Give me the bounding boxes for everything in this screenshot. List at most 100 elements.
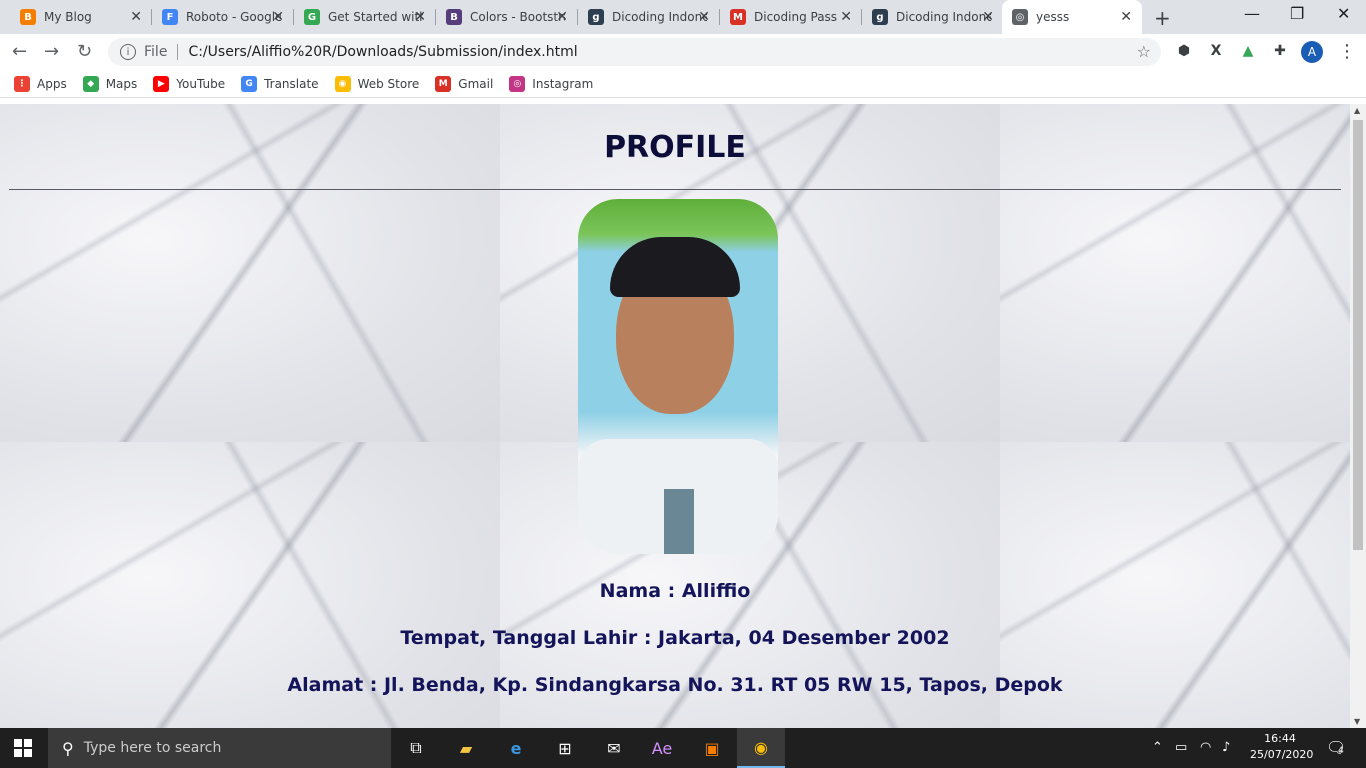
extension-cube-icon[interactable]: ⬢	[1175, 42, 1193, 60]
apps-grid-icon: ⋮	[14, 75, 30, 92]
bookmarks-bar: ⋮ Apps ◆ Maps ▶ YouTube G Translate ◉ We…	[0, 70, 1366, 98]
google-fonts-icon: F	[162, 9, 178, 25]
scrollbar-thumb[interactable]	[1353, 120, 1363, 550]
close-icon[interactable]: ✕	[272, 9, 284, 25]
tab-get-started[interactable]: G Get Started with Bootstrap ✕	[294, 0, 436, 34]
puzzle-extensions-icon[interactable]: ✚	[1271, 42, 1289, 60]
scroll-down-arrow-icon[interactable]: ▼	[1354, 717, 1360, 726]
page-content: PROFILE Nama : Alliffio Tempat, Tanggal …	[0, 104, 1350, 728]
globe-icon: ◎	[1012, 9, 1028, 25]
bookmark-gmail[interactable]: M Gmail	[435, 75, 494, 92]
chrome-icon[interactable]: ◉	[737, 728, 785, 768]
edge-icon[interactable]: e	[492, 728, 540, 768]
show-hidden-icons-chevron-icon[interactable]: ⌃	[1152, 740, 1163, 755]
close-icon[interactable]: ✕	[840, 9, 852, 25]
after-effects-icon[interactable]: Ae	[638, 728, 686, 768]
bootstrap-icon: B	[446, 9, 462, 25]
search-icon: ⚲	[62, 738, 74, 758]
bookmark-youtube[interactable]: ▶ YouTube	[153, 75, 226, 92]
windows-start-icon[interactable]	[14, 739, 32, 757]
reload-icon[interactable]: ↻	[77, 41, 92, 62]
tab-title: Get Started with Bootstrap	[328, 10, 423, 24]
clock-date: 25/07/2020	[1250, 748, 1314, 761]
getstarted-icon: G	[304, 9, 320, 25]
tab-roboto[interactable]: F Roboto - Google Fonts ✕	[152, 0, 294, 34]
gmail-icon: M	[730, 9, 746, 25]
page-title: PROFILE	[604, 130, 746, 165]
tab-dicoding-1[interactable]: g Dicoding Indonesia ✕	[578, 0, 720, 34]
close-icon[interactable]: ✕	[1120, 9, 1132, 25]
bookmark-label: Maps	[105, 76, 138, 91]
taskbar-search[interactable]: ⚲ Type here to search	[48, 728, 391, 768]
restore-button[interactable]: ❐	[1290, 4, 1304, 23]
tab-title: Dicoding Indonesia	[896, 10, 991, 24]
close-icon[interactable]: ✕	[698, 9, 710, 25]
close-icon[interactable]: ✕	[982, 9, 994, 25]
back-arrow-icon[interactable]: ←	[12, 41, 27, 62]
close-icon[interactable]: ✕	[556, 9, 568, 25]
close-window-button[interactable]: ✕	[1337, 4, 1350, 23]
bookmark-label: Apps	[37, 76, 67, 91]
youtube-icon: ▶	[153, 75, 170, 92]
volume-icon[interactable]: ♪	[1222, 740, 1230, 755]
battery-icon[interactable]: ▭	[1175, 740, 1187, 755]
bookmark-label: Web Store	[357, 76, 420, 91]
profile-avatar[interactable]: A	[1301, 41, 1323, 63]
search-placeholder: Type here to search	[83, 740, 222, 756]
file-explorer-icon[interactable]: ▰	[442, 728, 490, 768]
close-icon[interactable]: ✕	[130, 9, 142, 25]
tab-title: Dicoding Indonesia	[612, 10, 707, 24]
tab-colors-bootstrap[interactable]: B Colors - Bootstrap ✕	[436, 0, 578, 34]
scheme-label: File	[144, 44, 168, 60]
task-view-icon[interactable]: ⧉	[392, 728, 440, 768]
tab-my-blog[interactable]: B My Blog ✕	[10, 0, 152, 34]
mail-icon[interactable]: ✉	[590, 728, 638, 768]
bookmark-apps[interactable]: ⋮ Apps	[14, 75, 67, 92]
tab-title: yesss	[1036, 10, 1070, 24]
wifi-icon[interactable]: ◠	[1200, 740, 1211, 755]
tab-title: My Blog	[44, 10, 92, 24]
info-icon[interactable]: i	[120, 44, 136, 60]
kebab-menu-icon[interactable]: ⋮	[1338, 41, 1356, 62]
profile-address: Alamat : Jl. Benda, Kp. Sindangkarsa No.…	[287, 674, 1063, 696]
tab-title: Roboto - Google Fonts	[186, 10, 281, 24]
bookmark-maps[interactable]: ◆ Maps	[82, 75, 138, 92]
webstore-icon: ◉	[334, 75, 351, 92]
bookmark-label: Translate	[264, 76, 319, 91]
url-text[interactable]: C:/Users/Aliffio%20R/Downloads/Submissio…	[188, 44, 577, 60]
omnibox-divider	[177, 44, 179, 60]
blogger-app-icon[interactable]: ▣	[688, 728, 736, 768]
browser-toolbar: ← → ↻ i File C:/Users/Aliffio%20R/Downlo…	[0, 34, 1366, 70]
gmail-icon: M	[435, 75, 452, 92]
vertical-scrollbar[interactable]: ▲ ▼	[1350, 104, 1366, 728]
google-drive-icon[interactable]: ▲	[1239, 42, 1257, 60]
new-tab-button[interactable]: +	[1154, 6, 1171, 30]
blogger-icon: B	[20, 9, 36, 25]
bookmark-label: Gmail	[458, 76, 494, 91]
profile-photo	[578, 199, 778, 554]
minimize-button[interactable]: —	[1244, 4, 1260, 23]
notification-count: 4	[1338, 746, 1344, 756]
extension-x-icon[interactable]: X	[1207, 42, 1225, 60]
close-icon[interactable]: ✕	[414, 9, 426, 25]
store-icon[interactable]: ⊞	[541, 728, 589, 768]
bookmark-translate[interactable]: G Translate	[241, 75, 319, 92]
address-bar[interactable]: i File C:/Users/Aliffio%20R/Downloads/Su…	[108, 38, 1161, 66]
bookmark-star-icon[interactable]: ☆	[1137, 42, 1151, 61]
dicoding-icon: g	[588, 9, 604, 25]
tab-dicoding-2[interactable]: g Dicoding Indonesia ✕	[862, 0, 1004, 34]
bookmark-label: YouTube	[176, 76, 226, 91]
scroll-up-arrow-icon[interactable]: ▲	[1354, 106, 1360, 115]
bookmark-instagram[interactable]: ◎ Instagram	[509, 75, 593, 92]
translate-icon: G	[241, 75, 258, 92]
forward-arrow-icon[interactable]: →	[44, 41, 59, 62]
bookmark-webstore[interactable]: ◉ Web Store	[334, 75, 420, 92]
tab-title: Colors - Bootstrap	[470, 10, 565, 24]
tab-dicoding-pass[interactable]: M Dicoding Pass ✕	[720, 0, 862, 34]
divider	[9, 189, 1341, 190]
photo-tie	[664, 489, 694, 554]
system-clock[interactable]: 16:44 25/07/2020	[1250, 731, 1314, 763]
tab-yesss[interactable]: ◎ yesss ✕	[1002, 0, 1142, 34]
tab-strip: B My Blog ✕ F Roboto - Google Fonts ✕ G …	[0, 0, 1366, 34]
photo-hair	[610, 237, 740, 297]
